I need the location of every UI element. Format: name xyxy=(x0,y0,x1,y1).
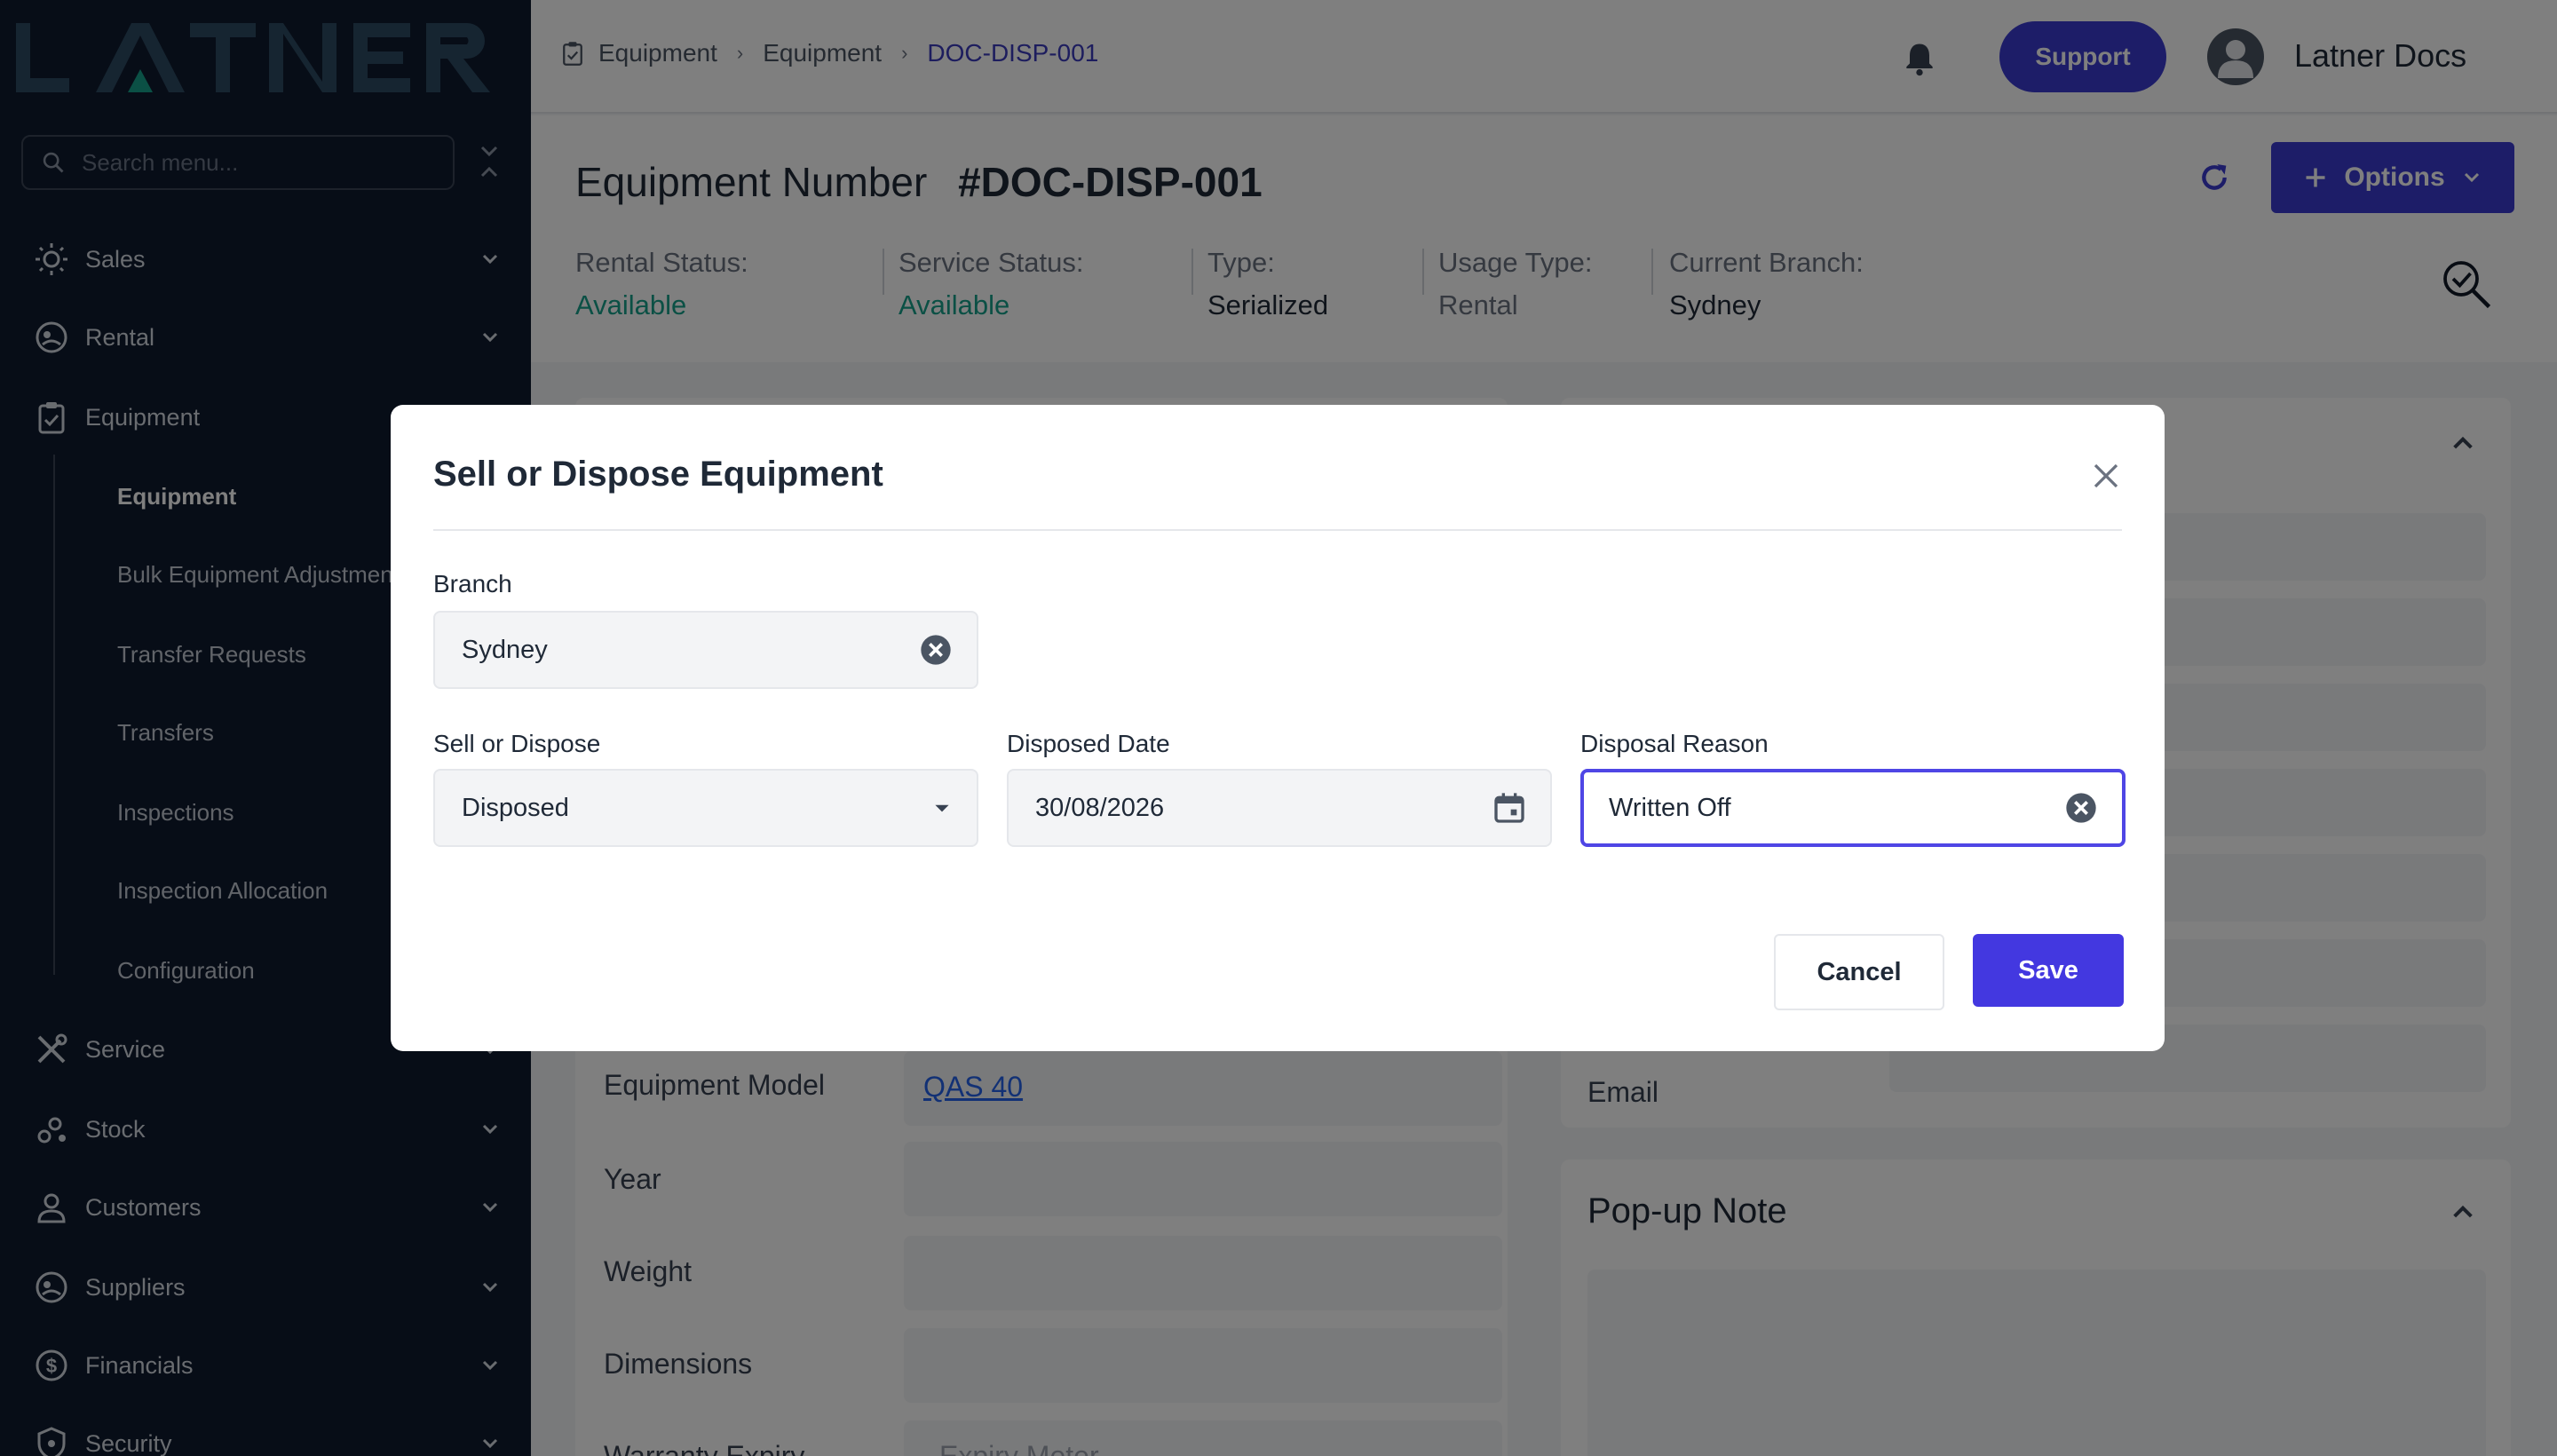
caret-down-icon xyxy=(930,796,954,819)
modal-title: Sell or Dispose Equipment xyxy=(433,455,883,494)
sell-dispose-value: Disposed xyxy=(462,793,569,822)
clear-icon[interactable] xyxy=(2063,790,2099,826)
branch-field[interactable]: Sydney xyxy=(433,611,978,689)
clear-icon[interactable] xyxy=(918,632,954,668)
close-icon[interactable] xyxy=(2085,455,2127,497)
save-button[interactable]: Save xyxy=(1973,934,2124,1007)
branch-value: Sydney xyxy=(462,635,548,664)
sell-dispose-select[interactable]: Disposed xyxy=(433,769,978,847)
sell-dispose-label: Sell or Dispose xyxy=(433,730,601,757)
disposal-reason-value: Written Off xyxy=(1609,793,1731,822)
disposal-reason-label: Disposal Reason xyxy=(1580,730,1769,757)
disposed-date-value: 30/08/2026 xyxy=(1035,793,1165,822)
disposal-reason-field[interactable]: Written Off xyxy=(1580,769,2126,847)
cancel-button[interactable]: Cancel xyxy=(1774,934,1944,1010)
disposed-date-label: Disposed Date xyxy=(1007,730,1170,757)
calendar-icon[interactable] xyxy=(1492,790,1527,826)
branch-label: Branch xyxy=(433,570,512,597)
sell-dispose-modal: Sell or Dispose Equipment Branch Sydney … xyxy=(391,405,2165,1051)
divider xyxy=(433,529,2122,531)
disposed-date-field[interactable]: 30/08/2026 xyxy=(1007,769,1552,847)
